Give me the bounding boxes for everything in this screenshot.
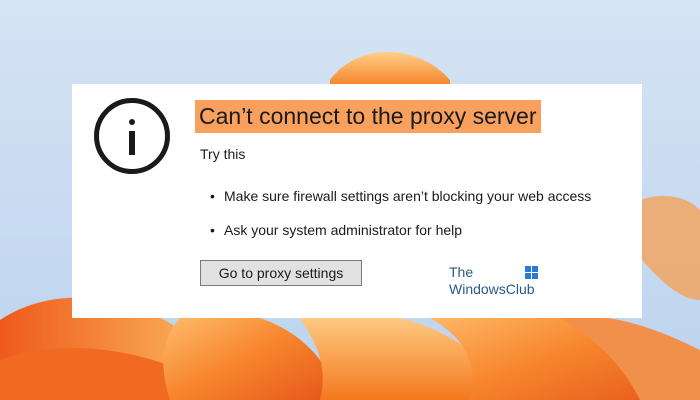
bullet-icon: • (210, 222, 215, 238)
dialog-subtitle: Try this (200, 146, 246, 162)
go-to-proxy-settings-button[interactable]: Go to proxy settings (200, 260, 362, 286)
suggestion-text: Ask your system administrator for help (224, 222, 463, 238)
watermark: The WindowsClub (449, 264, 538, 298)
proxy-error-dialog: Can’t connect to the proxy server Try th… (72, 84, 642, 318)
bullet-icon: • (210, 188, 215, 204)
dialog-title: Can’t connect to the proxy server (195, 100, 541, 133)
watermark-line2: WindowsClub (449, 281, 535, 297)
suggestion-text: Make sure firewall settings aren’t block… (224, 188, 592, 204)
suggestion-item: • Make sure firewall settings aren’t bloc… (210, 188, 591, 204)
watermark-line1: The (449, 264, 474, 280)
info-icon (94, 98, 170, 174)
windows-logo-icon (525, 266, 538, 279)
suggestion-item: • Ask your system administrator for help (210, 222, 462, 238)
